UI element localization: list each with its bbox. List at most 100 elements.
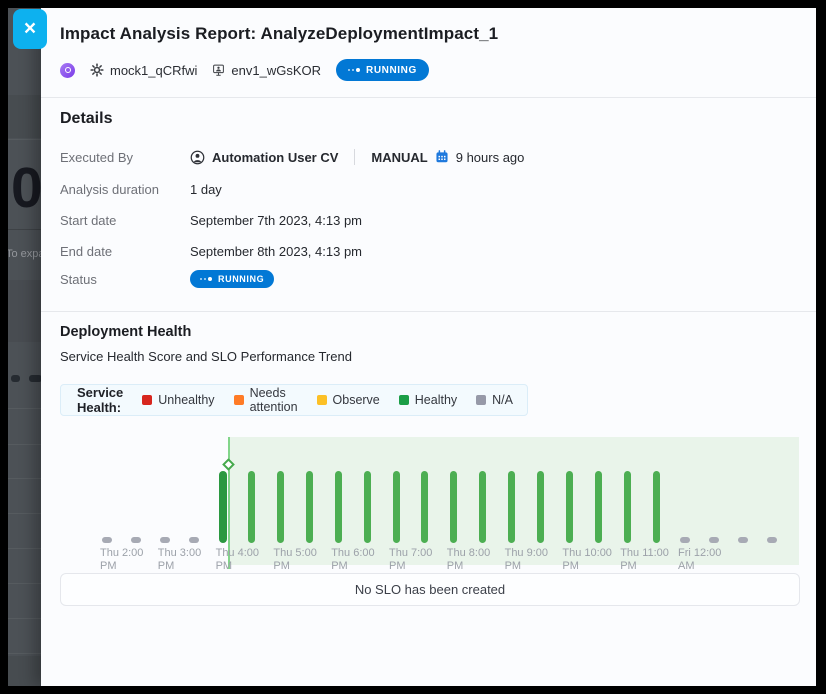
x-axis-label: Thu 5:00PM	[273, 547, 335, 573]
row-label: Status	[60, 272, 190, 287]
chart-bar-no-data	[189, 537, 199, 543]
executed-by-user: Automation User CV	[212, 150, 338, 165]
backdrop-band	[8, 95, 41, 138]
legend-color-chip	[399, 395, 409, 405]
monitored-service: mock1_qCRfwi	[90, 63, 197, 78]
chart-bar-healthy	[421, 471, 428, 543]
chart-bar-healthy	[508, 471, 515, 543]
chart-bar-healthy	[248, 471, 255, 543]
x-axis-label: Thu 6:00PM	[331, 547, 393, 573]
report-meta-row: mock1_qCRfwi env1_wGsKOR RUNNING	[60, 59, 429, 81]
backdrop-divider	[8, 229, 41, 230]
drawer-backdrop-page[interactable]: 0 To expa	[8, 8, 41, 686]
backdrop-band	[8, 656, 41, 686]
chart-bar-no-data	[131, 537, 141, 543]
backdrop-divider	[8, 653, 41, 654]
chart-bar-no-data	[102, 537, 112, 543]
legend-color-chip	[317, 395, 327, 405]
value-separator	[354, 149, 355, 165]
health-chart: Thu 2:00PMThu 3:00PMThu 4:00PMThu 5:00PM…	[60, 430, 800, 570]
chart-bar-healthy	[306, 471, 313, 543]
environment-icon	[212, 64, 225, 77]
x-axis-label: Thu 8:00PM	[447, 547, 509, 573]
backdrop-divider	[8, 583, 41, 584]
service-health-legend: Service Health: UnhealthyNeeds attention…	[60, 384, 528, 416]
backdrop-divider	[8, 618, 41, 619]
trigger-type: MANUAL	[371, 150, 427, 165]
chart-bar-healthy	[364, 471, 371, 543]
monitored-service-name: mock1_qCRfwi	[110, 63, 197, 78]
x-axis-label: Thu 7:00PM	[389, 547, 451, 573]
backdrop-divider	[8, 139, 41, 140]
start-date-row: Start date September 7th 2023, 4:13 pm	[60, 211, 362, 229]
duration-row: Analysis duration 1 day	[60, 180, 222, 198]
screenshot-frame: 0 To expa Impact Analysis Report: Analyz…	[0, 0, 826, 694]
backdrop-divider	[8, 408, 41, 409]
x-axis-label: Thu 2:00PM	[100, 547, 162, 573]
legend-color-chip	[234, 395, 244, 405]
chart-bar-healthy	[624, 471, 631, 543]
legend-color-chip	[476, 395, 486, 405]
chart-bar-healthy	[277, 471, 284, 543]
legend-color-chip	[142, 395, 152, 405]
environment: env1_wGsKOR	[212, 63, 321, 78]
chart-bar-no-data	[160, 537, 170, 543]
row-label: End date	[60, 244, 190, 259]
backdrop-divider	[8, 548, 41, 549]
deployment-health-subtitle: Service Health Score and SLO Performance…	[60, 349, 352, 364]
chart-bar-healthy	[335, 471, 342, 543]
legend-item: Observe	[317, 393, 380, 407]
x-axis-label: Thu 4:00PM	[216, 547, 278, 573]
legend-item: Needs attention	[234, 386, 298, 414]
close-button[interactable]: ×	[13, 9, 47, 49]
status-badge: RUNNING	[190, 270, 274, 288]
chart-bar-healthy	[566, 471, 573, 543]
start-date-value: September 7th 2023, 4:13 pm	[190, 213, 362, 228]
slo-empty-state: No SLO has been created	[60, 573, 800, 606]
chart-bar-no-data	[767, 537, 777, 543]
chart-bar-healthy	[653, 471, 660, 543]
x-axis-label: Thu 10:00PM	[562, 547, 624, 573]
backdrop-metric-number: 0	[11, 158, 41, 218]
chart-bar-no-data	[680, 537, 690, 543]
chart-bar-healthy	[219, 471, 227, 543]
backdrop-divider	[8, 444, 41, 445]
x-axis-label: Fri 12:00AM	[678, 547, 740, 573]
slo-empty-message: No SLO has been created	[355, 582, 505, 597]
row-label: Start date	[60, 213, 190, 228]
backdrop-divider	[8, 478, 41, 479]
deployment-health-heading: Deployment Health	[60, 324, 191, 340]
page-title: Impact Analysis Report: AnalyzeDeploymen…	[60, 24, 498, 44]
x-axis-label: Thu 3:00PM	[158, 547, 220, 573]
backdrop-divider	[8, 513, 41, 514]
details-heading: Details	[60, 110, 112, 128]
environment-name: env1_wGsKOR	[231, 63, 321, 78]
chart-bar-healthy	[479, 471, 486, 543]
running-icon	[348, 68, 360, 72]
executed-time: 9 hours ago	[456, 150, 525, 165]
chart-bar-no-data	[738, 537, 748, 543]
row-label: Executed By	[60, 150, 190, 165]
x-axis-label: Thu 9:00PM	[505, 547, 567, 573]
chart-bar-healthy	[450, 471, 457, 543]
row-label: Analysis duration	[60, 182, 190, 197]
backdrop-chart-stub	[29, 375, 41, 382]
backdrop-chart-stub	[11, 375, 20, 382]
x-axis-label: Thu 11:00PM	[620, 547, 682, 573]
chart-bar-healthy	[393, 471, 400, 543]
chart-bar-no-data	[709, 537, 719, 543]
duration-value: 1 day	[190, 182, 222, 197]
gear-icon	[90, 63, 104, 77]
executed-by-row: Executed By Automation User CV MANUAL	[60, 148, 524, 166]
section-divider	[41, 311, 816, 312]
impact-analysis-drawer: Impact Analysis Report: AnalyzeDeploymen…	[41, 8, 816, 686]
section-divider	[41, 97, 816, 98]
backdrop-hint-text: To expa	[8, 248, 41, 260]
chart-bar-healthy	[595, 471, 602, 543]
service-avatar-icon	[60, 63, 75, 78]
calendar-icon	[435, 150, 449, 164]
backdrop-band	[8, 280, 41, 342]
running-icon	[200, 277, 212, 281]
end-date-value: September 8th 2023, 4:13 pm	[190, 244, 362, 259]
legend-title: Service Health:	[77, 385, 123, 415]
